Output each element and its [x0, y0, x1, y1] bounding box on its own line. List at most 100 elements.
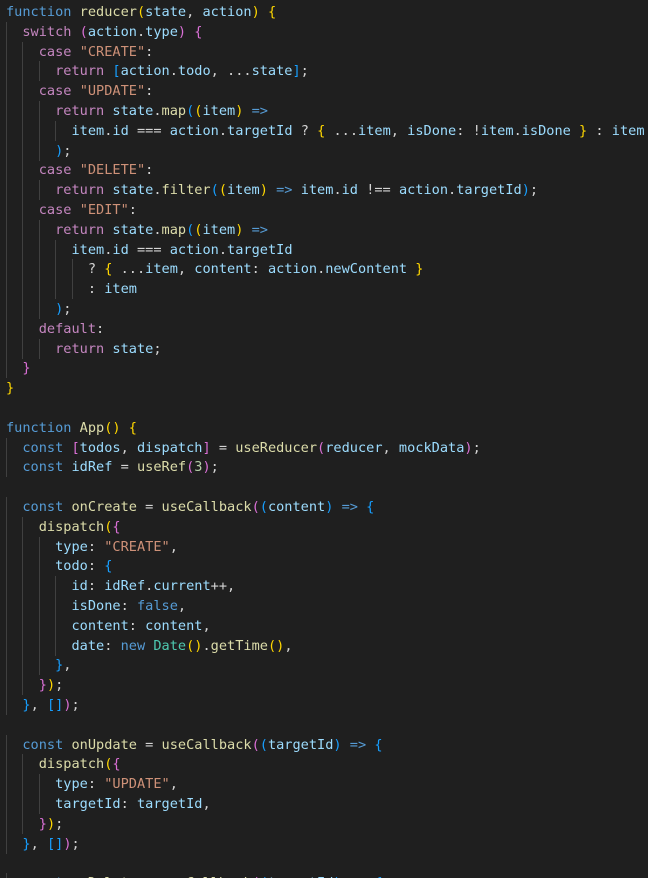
- indent-guide: [22, 596, 24, 616]
- indent-guide: [55, 576, 57, 597]
- code-line[interactable]: case "UPDATE":: [0, 81, 154, 102]
- code-token: {: [267, 4, 277, 20]
- code-line[interactable]: }: [0, 358, 31, 379]
- code-token: (: [259, 736, 268, 753]
- code-line[interactable]: date: new Date().getTime(),: [0, 635, 293, 656]
- code-token: ...: [112, 261, 146, 278]
- code-line[interactable]: todo: {: [0, 556, 113, 577]
- code-token: case: [38, 43, 72, 60]
- code-token: isDone: [407, 122, 457, 139]
- code-token: {: [104, 558, 113, 575]
- indent-guide: [22, 754, 24, 775]
- indent-guide: [38, 794, 40, 814]
- code-line[interactable]: });: [0, 813, 63, 834]
- code-token: getTime: [210, 637, 268, 654]
- code-line[interactable]: return [action.todo, ...state];: [0, 61, 309, 82]
- code-token: .: [202, 637, 211, 654]
- code-line[interactable]: case "DELETE":: [0, 160, 154, 181]
- indent-guide: [38, 299, 40, 319]
- code-line[interactable]: switch (action.type) {: [0, 21, 202, 42]
- code-line[interactable]: dispatch({: [0, 754, 121, 775]
- code-token: idRef: [71, 459, 113, 476]
- code-token: :: [87, 538, 105, 555]
- code-line[interactable]: dispatch({: [0, 516, 121, 537]
- indent-guide: [6, 596, 7, 616]
- code-line[interactable]: const onDelete = useCallback((targetId) …: [0, 873, 383, 878]
- code-line[interactable]: return state;: [0, 338, 162, 359]
- code-token: state: [112, 221, 154, 238]
- code-line[interactable]: return state.map((item) =>: [0, 219, 268, 240]
- indent-guide: [6, 754, 7, 775]
- code-line[interactable]: );: [0, 299, 71, 319]
- code-line[interactable]: [0, 715, 6, 735]
- code-line[interactable]: const [todos, dispatch] = useReducer(red…: [0, 437, 481, 458]
- code-line[interactable]: content: content,: [0, 615, 211, 636]
- code-token: :: [87, 281, 97, 298]
- indent-guide: [6, 279, 7, 300]
- code-token: :: [104, 637, 121, 654]
- code-token: ): [251, 4, 260, 20]
- code-line[interactable]: [0, 477, 6, 497]
- code-token: .: [333, 182, 342, 199]
- code-line[interactable]: return state.filter((item) => item.id !=…: [0, 180, 538, 201]
- code-line[interactable]: targetId: targetId,: [0, 794, 211, 814]
- code-line[interactable]: item.id === action.targetId: [0, 239, 293, 260]
- code-line[interactable]: [0, 853, 6, 873]
- code-line[interactable]: function App() {: [0, 418, 137, 438]
- code-token: ,: [284, 637, 293, 654]
- code-line[interactable]: default:: [0, 318, 104, 339]
- code-line[interactable]: ? { ...item, content: action.newContent …: [0, 259, 423, 280]
- indent-guide: [6, 615, 7, 636]
- code-token: :: [145, 83, 154, 100]
- code-token: id: [112, 241, 129, 258]
- code-editor[interactable]: function reducer(state, action) { switch…: [0, 0, 648, 878]
- code-line[interactable]: return state.map((item) =>: [0, 101, 268, 121]
- indent-guide: [6, 318, 7, 339]
- code-line[interactable]: item.id === action.targetId ? { ...item,…: [0, 120, 645, 141]
- code-line[interactable]: function reducer(state, action) {: [0, 2, 276, 22]
- code-line[interactable]: id: idRef.current++,: [0, 576, 235, 597]
- code-line[interactable]: [0, 398, 6, 418]
- code-line[interactable]: type: "CREATE",: [0, 536, 178, 557]
- code-line[interactable]: case "EDIT":: [0, 200, 137, 220]
- code-line[interactable]: },: [0, 655, 72, 676]
- code-token: (: [267, 637, 277, 654]
- indent-guide: [22, 615, 24, 636]
- code-token: :: [145, 162, 154, 179]
- code-line[interactable]: type: "UPDATE",: [0, 774, 178, 795]
- code-line[interactable]: case "CREATE":: [0, 41, 153, 62]
- code-token: ,: [63, 657, 72, 674]
- code-line[interactable]: }, []);: [0, 833, 80, 854]
- code-token: todo: [55, 558, 88, 575]
- indent-guide: [22, 516, 24, 537]
- code-line[interactable]: });: [0, 675, 63, 696]
- code-line[interactable]: const idRef = useRef(3);: [0, 457, 219, 478]
- code-line[interactable]: }: [0, 378, 14, 398]
- code-token: new: [120, 637, 146, 654]
- code-line[interactable]: const onUpdate = useCallback((targetId) …: [0, 734, 383, 755]
- code-line[interactable]: }, []);: [0, 695, 80, 715]
- code-line[interactable]: const onCreate = useCallback((content) =…: [0, 497, 374, 517]
- indent-guide: [38, 635, 40, 656]
- code-token: item: [71, 241, 105, 258]
- code-token: "DELETE": [79, 162, 146, 179]
- code-line[interactable]: isDone: false,: [0, 596, 186, 616]
- code-token: action: [87, 23, 137, 40]
- code-token: ): [177, 23, 187, 40]
- code-token: ): [112, 419, 121, 436]
- code-line[interactable]: );: [0, 140, 71, 161]
- code-line[interactable]: : item: [0, 279, 137, 300]
